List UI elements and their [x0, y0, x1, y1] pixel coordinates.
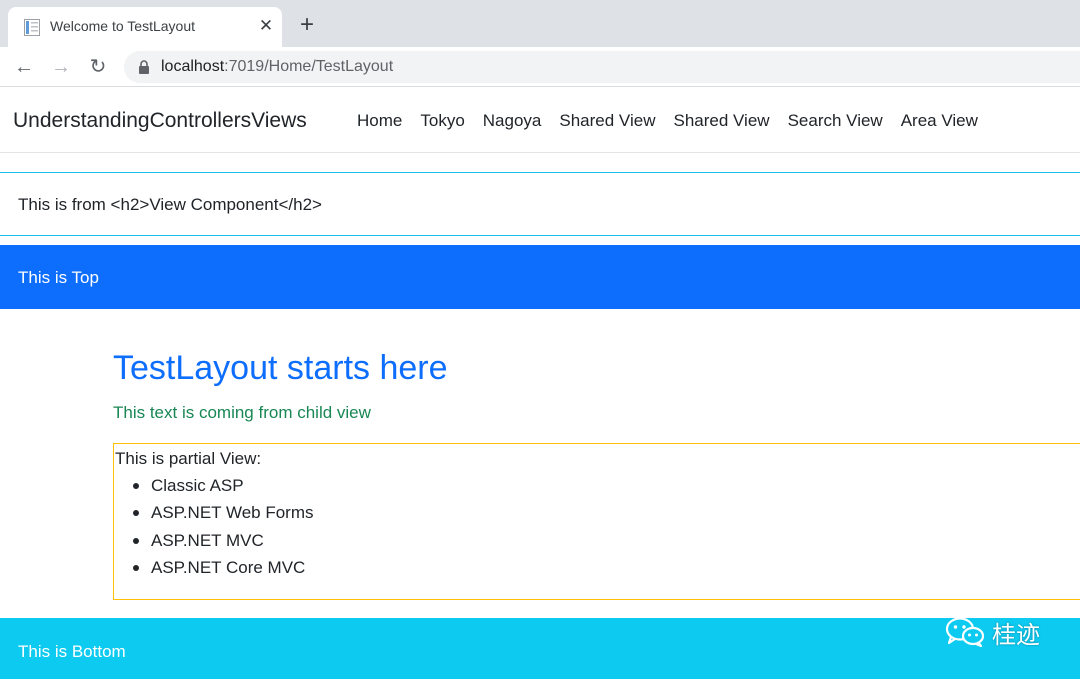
navbar-brand[interactable]: UnderstandingControllersViews: [13, 109, 307, 133]
wechat-logo-icon: [945, 617, 985, 647]
back-arrow-icon[interactable]: ←: [12, 55, 36, 79]
top-bar: This is Top: [0, 245, 1080, 309]
close-tab-icon[interactable]: ✕: [256, 15, 276, 37]
partial-view-box: This is partial View: Classic ASP ASP.NE…: [113, 443, 1080, 600]
nav-link-area-view[interactable]: Area View: [901, 111, 978, 131]
url-text[interactable]: localhost:7019/Home/TestLayout: [161, 58, 393, 76]
forward-arrow-icon[interactable]: →: [49, 55, 73, 79]
watermark: 桂迹: [944, 614, 1040, 650]
address-bar[interactable]: localhost:7019/Home/TestLayout: [124, 51, 1080, 83]
reload-icon[interactable]: ↻: [86, 55, 110, 79]
view-component-box: This is from <h2>View Component</h2>: [0, 172, 1080, 236]
lock-icon: [139, 60, 149, 74]
browser-tab[interactable]: Welcome to TestLayout ✕: [8, 7, 282, 47]
list-item: ASP.NET Web Forms: [114, 502, 314, 529]
url-host: localhost: [161, 58, 225, 75]
url-path: :7019/Home/TestLayout: [224, 58, 394, 75]
bottom-bar-text: This is Bottom: [18, 642, 126, 661]
nav-link-nagoya[interactable]: Nagoya: [483, 111, 542, 131]
partial-view-heading: This is partial View:: [115, 449, 262, 468]
nav-links: Home Tokyo Nagoya Shared View Shared Vie…: [357, 111, 978, 131]
watermark-text: 桂迹: [992, 620, 1040, 649]
nav-link-shared-view-1[interactable]: Shared View: [559, 111, 655, 131]
list-item: ASP.NET Core MVC: [114, 557, 314, 584]
nav-link-tokyo[interactable]: Tokyo: [420, 111, 464, 131]
partial-view-list: Classic ASP ASP.NET Web Forms ASP.NET MV…: [114, 475, 314, 584]
list-item: ASP.NET MVC: [114, 530, 314, 557]
nav-link-home[interactable]: Home: [357, 111, 402, 131]
site-navbar: UnderstandingControllersViews Home Tokyo…: [0, 88, 1080, 153]
bottom-bar: This is Bottom: [0, 618, 1080, 679]
list-item: Classic ASP: [114, 475, 314, 502]
view-component-text: This is from <h2>View Component</h2>: [18, 195, 322, 214]
stray-semicolon: ;: [0, 326, 1, 342]
page-title: TestLayout starts here: [113, 349, 448, 387]
child-view-text: This text is coming from child view: [113, 403, 371, 422]
new-tab-icon[interactable]: +: [296, 13, 318, 37]
browser-tabstrip: Welcome to TestLayout ✕ +: [0, 0, 1080, 47]
browser-toolbar: ← → ↻ localhost:7019/Home/TestLayout: [0, 47, 1080, 87]
top-bar-text: This is Top: [18, 268, 99, 287]
tab-title: Welcome to TestLayout: [50, 18, 196, 34]
nav-link-shared-view-2[interactable]: Shared View: [673, 111, 769, 131]
nav-link-search-view[interactable]: Search View: [788, 111, 883, 131]
page-favicon-icon: [24, 19, 40, 36]
